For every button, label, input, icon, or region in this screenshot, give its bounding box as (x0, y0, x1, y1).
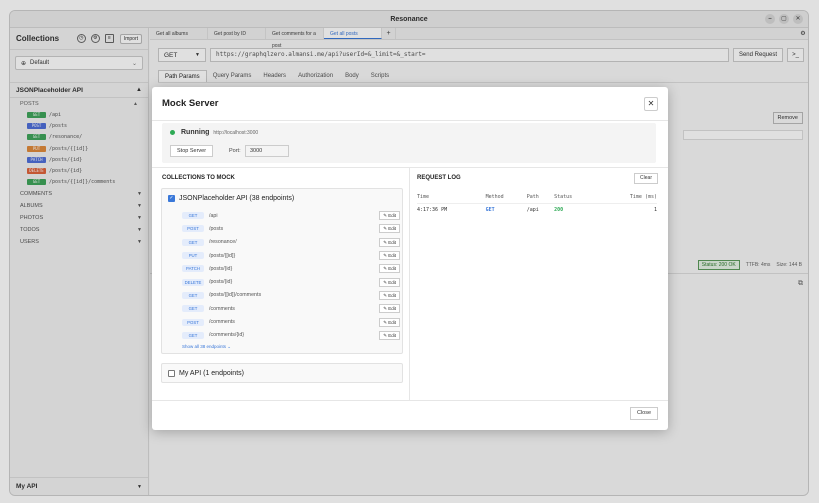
dialog-footer: Close (152, 400, 668, 430)
edit-label: Edit (388, 213, 396, 219)
method-badge: GET (182, 291, 204, 299)
column-header: Time (ms) (595, 191, 657, 204)
method-badge: GET (182, 305, 204, 313)
mock-endpoint-row: POST/comments ✎ Edit (182, 315, 400, 328)
collections-title: COLLECTIONS TO MOCK (162, 175, 235, 181)
request-log-table: Time Method Path Status Time (ms) 4:17:36 PM… (417, 191, 657, 216)
server-status: Running (181, 129, 210, 136)
method-badge: GET (182, 331, 204, 339)
endpoint-path: /comments (209, 305, 235, 312)
endpoint-path: /comments (209, 319, 235, 326)
endpoint-path: /posts/{[id]} (209, 252, 236, 259)
edit-label: Edit (388, 253, 396, 259)
method-badge: POST (182, 225, 204, 233)
edit-button[interactable]: ✎ Edit (379, 317, 400, 327)
column-header: Path (526, 191, 555, 204)
mock-endpoint-row: GET/posts/{[id]}/comments ✎ Edit (182, 289, 400, 302)
mock-endpoint-row: PATCH/posts/{id} ✎ Edit (182, 262, 400, 275)
method-badge: POST (182, 318, 204, 326)
table-cell: GET (485, 206, 495, 213)
mock-endpoint-row: GET/comments ✎ Edit (182, 302, 400, 315)
edit-button[interactable]: ✎ Edit (379, 277, 400, 287)
endpoint-path: /resonance/ (209, 239, 237, 246)
mock-endpoint-row: GET/resonance/ ✎ Edit (182, 236, 400, 249)
port-input[interactable]: 3000 (245, 145, 289, 157)
edit-label: Edit (388, 239, 396, 245)
collection-name: My API (1 endpoints) (179, 369, 244, 377)
column-header: Time (417, 191, 486, 204)
collection-name: JSONPlaceholder API (38 endpoints) (179, 195, 295, 202)
column-header: Status (554, 191, 596, 204)
mock-server-dialog: Mock Server ✕ Running http://localhost:3… (152, 87, 668, 430)
edit-button[interactable]: ✎ Edit (379, 251, 400, 261)
mock-endpoint-row: POST/posts ✎ Edit (182, 222, 400, 235)
mock-endpoint-row: GET/api ✎ Edit (182, 209, 400, 222)
table-row: 4:17:36 PM GET/api 200 1 (417, 203, 657, 216)
method-badge: PATCH (182, 265, 204, 273)
divider (152, 167, 668, 168)
port-label: Port: (229, 148, 241, 154)
edit-button[interactable]: ✎ Edit (379, 290, 400, 300)
edit-button[interactable]: ✎ Edit (379, 330, 400, 340)
table-cell: 4:17:36 PM (417, 206, 448, 213)
table-cell: 200 (554, 206, 564, 213)
collection-card: ✓ JSONPlaceholder API (38 endpoints) GET… (161, 188, 403, 354)
mock-endpoint-row: GET/comments/{id} ✎ Edit (182, 329, 400, 342)
table-cell: /api (526, 206, 539, 213)
server-status-panel: Running http://localhost:3000 Stop Serve… (162, 123, 656, 163)
dialog-title: Mock Server (162, 98, 219, 109)
edit-label: Edit (388, 292, 396, 298)
edit-label: Edit (388, 306, 396, 312)
endpoint-path: /posts/{id} (209, 265, 233, 272)
collection-card: My API (1 endpoints) (161, 363, 403, 383)
edit-button[interactable]: ✎ Edit (379, 211, 400, 221)
server-address: http://localhost:3000 (213, 129, 259, 136)
clear-log-button[interactable]: Clear (634, 173, 658, 184)
edit-button[interactable]: ✎ Edit (379, 264, 400, 274)
checkbox-checked[interactable]: ✓ (168, 195, 175, 202)
endpoint-path: /posts/{[id]}/comments (209, 292, 262, 299)
method-badge: DELETE (182, 278, 204, 286)
dialog-header: Mock Server ✕ (152, 87, 668, 121)
show-all-link[interactable]: Show all 38 endpoints ⌄ (182, 344, 231, 350)
method-badge: GET (182, 238, 204, 246)
close-button[interactable]: Close (629, 407, 658, 420)
table-cell: 1 (653, 206, 657, 213)
stop-server-button[interactable]: Stop Server (170, 145, 214, 157)
edit-button[interactable]: ✎ Edit (379, 237, 400, 247)
divider (409, 167, 410, 400)
mock-endpoint-row: PUT/posts/{[id]} ✎ Edit (182, 249, 400, 262)
mock-endpoint-row: DELETE/posts/{id} ✎ Edit (182, 275, 400, 288)
column-header: Method (485, 191, 527, 204)
table-header: Time Method Path Status Time (ms) (417, 191, 657, 204)
endpoint-path: /comments/{id} (209, 332, 245, 339)
endpoint-path: /posts/{id} (209, 279, 233, 286)
edit-label: Edit (388, 332, 396, 338)
edit-button[interactable]: ✎ Edit (379, 304, 400, 314)
method-badge: GET (182, 212, 204, 220)
close-icon[interactable]: ✕ (644, 96, 658, 111)
status-dot (170, 130, 175, 135)
endpoint-path: /api (209, 212, 218, 219)
edit-button[interactable]: ✎ Edit (379, 224, 400, 234)
edit-label: Edit (388, 319, 396, 325)
mock-endpoint-list: GET/api ✎ Edit POST/posts ✎ Edit GET/resonan… (182, 209, 400, 342)
edit-label: Edit (388, 226, 396, 232)
endpoint-path: /posts (209, 225, 224, 232)
request-log-title: REQUEST LOG (417, 175, 461, 181)
edit-label: Edit (388, 266, 396, 272)
checkbox-unchecked[interactable] (168, 369, 175, 377)
edit-label: Edit (388, 279, 396, 285)
method-badge: PUT (182, 252, 204, 260)
